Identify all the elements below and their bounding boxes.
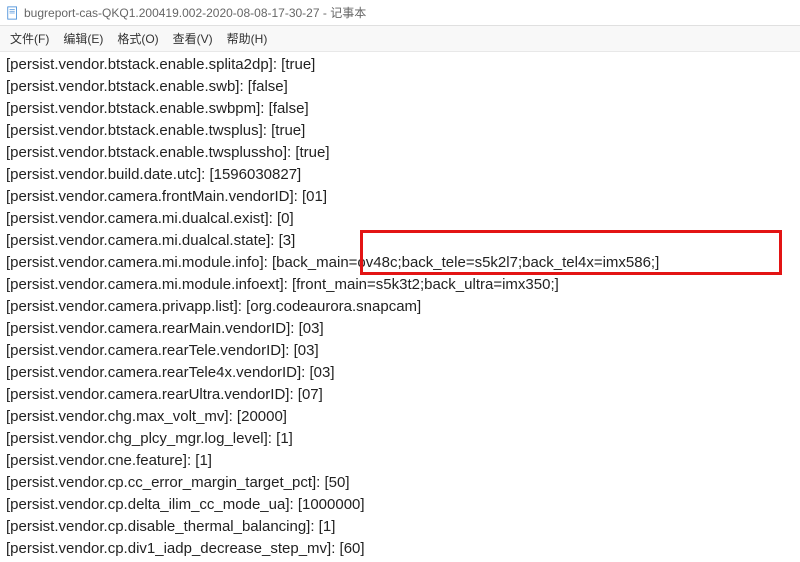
- text-line: [persist.vendor.btstack.enable.swb]: [fa…: [6, 76, 794, 98]
- text-line: [persist.vendor.camera.frontMain.vendorI…: [6, 186, 794, 208]
- text-content[interactable]: [persist.vendor.btstack.enable.splita2dp…: [0, 52, 800, 562]
- text-line: [persist.vendor.camera.rearUltra.vendorI…: [6, 384, 794, 406]
- text-line: [persist.vendor.camera.mi.dualcal.state]…: [6, 230, 794, 252]
- text-line: [persist.vendor.btstack.enable.swbpm]: […: [6, 98, 794, 120]
- text-line: [persist.vendor.btstack.enable.twsplus]:…: [6, 120, 794, 142]
- notepad-icon: [6, 6, 20, 20]
- titlebar: bugreport-cas-QKQ1.200419.002-2020-08-08…: [0, 0, 800, 26]
- text-line: [persist.vendor.camera.rearTele4x.vendor…: [6, 362, 794, 384]
- text-line: [persist.vendor.btstack.enable.splita2dp…: [6, 54, 794, 76]
- text-line: [persist.vendor.cp.delta_ilim_cc_mode_ua…: [6, 494, 794, 516]
- text-line: [persist.vendor.btstack.enable.twsplussh…: [6, 142, 794, 164]
- menu-edit[interactable]: 编辑(E): [57, 28, 109, 49]
- text-line: [persist.vendor.camera.mi.dualcal.exist]…: [6, 208, 794, 230]
- text-line: [persist.vendor.build.date.utc]: [159603…: [6, 164, 794, 186]
- text-line: [persist.vendor.camera.rearTele.vendorID…: [6, 340, 794, 362]
- text-line: [persist.vendor.cp.div1_iadp_decrease_st…: [6, 538, 794, 560]
- menu-file[interactable]: 文件(F): [4, 28, 55, 49]
- menu-help[interactable]: 帮助(H): [221, 28, 274, 49]
- text-line: [persist.vendor.camera.mi.module.info]: …: [6, 252, 794, 274]
- text-line: [persist.vendor.camera.rearMain.vendorID…: [6, 318, 794, 340]
- text-line: [persist.vendor.cp.cc_error_margin_targe…: [6, 472, 794, 494]
- text-line: [persist.vendor.cne.feature]: [1]: [6, 450, 794, 472]
- window-title: bugreport-cas-QKQ1.200419.002-2020-08-08…: [24, 4, 366, 21]
- text-line: [persist.vendor.chg_plcy_mgr.log_level]:…: [6, 428, 794, 450]
- text-line: [persist.vendor.camera.privapp.list]: [o…: [6, 296, 794, 318]
- menubar: 文件(F) 编辑(E) 格式(O) 查看(V) 帮助(H): [0, 26, 800, 52]
- text-line: [persist.vendor.camera.mi.module.infoext…: [6, 274, 794, 296]
- text-line: [persist.vendor.chg.max_volt_mv]: [20000…: [6, 406, 794, 428]
- menu-format[interactable]: 格式(O): [111, 28, 164, 49]
- menu-view[interactable]: 查看(V): [167, 28, 219, 49]
- text-line: [persist.vendor.cp.disable_thermal_balan…: [6, 516, 794, 538]
